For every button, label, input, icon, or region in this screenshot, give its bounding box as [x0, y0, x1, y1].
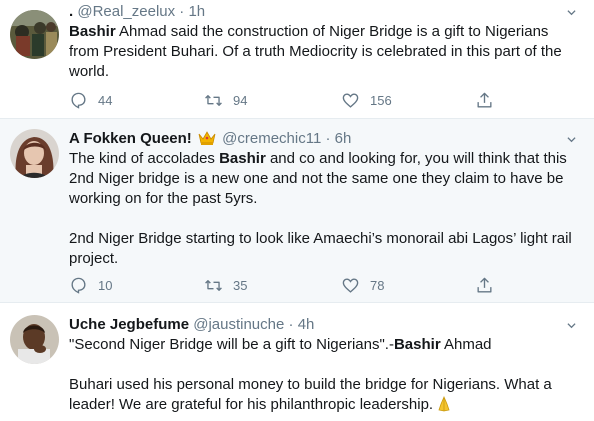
retweet-count: 35	[233, 277, 248, 293]
tweet-text-line: project.	[69, 249, 574, 269]
tweet-header: A Fokken Queen! @cremechic11 · 6h	[69, 129, 351, 149]
text-run: "Second Niger Bridge will be a gift to N…	[69, 336, 394, 353]
like-button[interactable]: 78	[341, 275, 384, 295]
chevron-down-icon[interactable]	[567, 321, 576, 330]
tweet-header: Uche Jegbefume @jaustinuche · 4h	[69, 315, 314, 335]
tweet-header: . @Real_zeelux · 1h	[69, 2, 205, 22]
tweet-2[interactable]: A Fokken Queen! @cremechic11 · 6h The ki…	[0, 119, 594, 303]
bold-keyword: Bashir	[69, 23, 116, 40]
retweet-icon	[205, 94, 222, 106]
text-run: 2nd Niger Bridge starting to look like A…	[69, 230, 572, 247]
heart-icon	[342, 277, 359, 293]
share-button[interactable]	[475, 90, 494, 110]
text-run: from President Buhari. Of a truth Medioc…	[69, 43, 562, 60]
text-run: Buhari used his personal money to build …	[69, 376, 552, 393]
share-button[interactable]	[475, 275, 494, 295]
like-count: 78	[370, 277, 385, 293]
timestamp[interactable]: 1h	[188, 3, 205, 20]
share-icon	[477, 92, 492, 108]
tweet-text-line: 2nd Niger bridge is a new one and not th…	[69, 169, 574, 189]
reply-button[interactable]: 10	[69, 275, 112, 295]
text-run: working on for the past 5yrs.	[69, 190, 258, 207]
bold-keyword: Bashir	[393, 336, 441, 353]
separator: ·	[325, 130, 331, 147]
like-button[interactable]: 156	[341, 90, 392, 110]
folded-hands-emoji-icon	[438, 396, 450, 412]
display-name[interactable]: .	[69, 3, 73, 20]
text-run: world.	[69, 63, 110, 80]
retweet-button[interactable]: 35	[204, 275, 247, 295]
text-run: leader! We are grateful for his philanth…	[69, 396, 434, 413]
tweet-text-line	[69, 355, 574, 375]
text-run: Ahmad said the construction of Niger Bri…	[115, 23, 549, 40]
tweet-text-line: Bashir Ahmad said the construction of Ni…	[69, 22, 574, 42]
text-run: The kind of accolades	[69, 150, 220, 167]
chevron-down-icon[interactable]	[567, 135, 576, 144]
reply-count: 10	[98, 277, 113, 293]
tweet-text-line: working on for the past 5yrs.	[69, 189, 574, 209]
text-run: project.	[69, 250, 119, 267]
tweet-1[interactable]: . @Real_zeelux · 1h Bashir Ahmad said th…	[0, 0, 594, 119]
tweet-text-line	[69, 209, 574, 229]
tweet-text-line: from President Buhari. Of a truth Medioc…	[69, 42, 574, 62]
retweet-icon	[205, 279, 222, 291]
tweet-actions: 10 35 78	[69, 275, 499, 295]
tweet-text: The kind of accolades Bashir and co and …	[69, 149, 574, 269]
crown-emoji-icon	[198, 131, 216, 145]
share-icon	[477, 277, 492, 293]
tweet-text-line: Buhari used his personal money to build …	[69, 375, 574, 395]
avatar[interactable]	[10, 10, 59, 59]
text-run: 2nd Niger bridge is a new one and not th…	[69, 170, 564, 187]
tweet-text: "Second Niger Bridge will be a gift to N…	[69, 335, 574, 415]
reply-icon	[71, 277, 86, 294]
handle[interactable]: @jaustinuche	[193, 316, 284, 333]
tweet-text-line: The kind of accolades Bashir and co and …	[69, 149, 574, 169]
display-name[interactable]: Uche Jegbefume	[69, 316, 189, 333]
retweet-count: 94	[233, 92, 248, 108]
retweet-button[interactable]: 94	[204, 90, 247, 110]
heart-icon	[342, 92, 359, 108]
like-count: 156	[370, 92, 392, 108]
reply-icon	[71, 92, 86, 109]
bold-keyword: Bashir	[219, 150, 266, 167]
handle[interactable]: @cremechic11	[222, 130, 321, 147]
avatar[interactable]	[10, 315, 59, 364]
tweet-text-line: world.	[69, 62, 574, 82]
avatar[interactable]	[10, 129, 59, 178]
tweet-text: Bashir Ahmad said the construction of Ni…	[69, 22, 574, 82]
reply-button[interactable]: 44	[69, 90, 112, 110]
text-run: Ahmad	[440, 336, 492, 353]
timestamp[interactable]: 4h	[298, 316, 315, 333]
handle[interactable]: @Real_zeelux	[77, 3, 175, 20]
separator: ·	[179, 3, 185, 20]
reply-count: 44	[98, 92, 113, 108]
tweet-3[interactable]: Uche Jegbefume @jaustinuche · 4h "Second…	[0, 303, 594, 421]
tweet-text-line: leader! We are grateful for his philanth…	[69, 395, 574, 415]
separator: ·	[288, 316, 294, 333]
tweet-text-line: 2nd Niger Bridge starting to look like A…	[69, 229, 574, 249]
tweet-actions: 44 94 156	[69, 90, 499, 110]
chevron-down-icon[interactable]	[567, 8, 576, 17]
text-run: and co and looking for, you will think t…	[265, 150, 567, 167]
tweet-text-line: "Second Niger Bridge will be a gift to N…	[69, 335, 574, 355]
timestamp[interactable]: 6h	[335, 130, 352, 147]
display-name[interactable]: A Fokken Queen!	[69, 130, 192, 147]
